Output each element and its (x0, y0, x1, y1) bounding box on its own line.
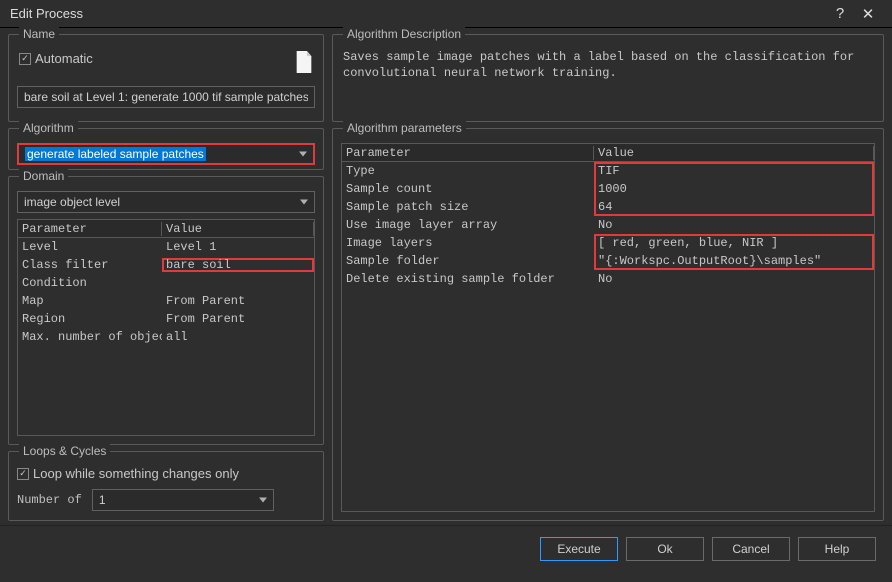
domain-legend: Domain (19, 169, 68, 183)
domain-group: Domain image object level Parameter Valu… (8, 176, 324, 445)
domain-param-table[interactable]: Parameter Value LevelLevel 1Class filter… (17, 219, 315, 436)
automatic-label: Automatic (35, 51, 93, 66)
ok-label: Ok (657, 542, 672, 556)
table-row[interactable]: Use image layer arrayNo (342, 216, 874, 234)
header-parameter: Parameter (18, 222, 162, 236)
number-of-value: 1 (99, 493, 106, 507)
title-bar: Edit Process ? ✕ (0, 0, 892, 28)
cell-value: From Parent (162, 312, 314, 326)
algorithm-param-table[interactable]: Parameter Value TypeTIFSample count1000S… (341, 143, 875, 512)
table-header: Parameter Value (18, 220, 314, 238)
algorithm-value: generate labeled sample patches (25, 147, 206, 161)
name-group: Name ✓ Automatic bare soil at Level 1: g… (8, 34, 324, 122)
checkbox-box: ✓ (17, 468, 29, 480)
header-parameter: Parameter (342, 146, 594, 160)
parameters-legend: Algorithm parameters (343, 121, 466, 135)
header-value: Value (162, 222, 314, 236)
table-row[interactable]: Sample count1000 (342, 180, 874, 198)
description-text: Saves sample image patches with a label … (341, 47, 875, 83)
description-legend: Algorithm Description (343, 27, 465, 41)
algorithm-description-group: Algorithm Description Saves sample image… (332, 34, 884, 122)
file-icon[interactable] (295, 51, 313, 76)
algorithm-combobox[interactable]: generate labeled sample patches (17, 143, 315, 165)
domain-combobox[interactable]: image object level (17, 191, 315, 213)
cell-param: Map (18, 294, 162, 308)
algorithm-parameters-group: Algorithm parameters Parameter Value Typ… (332, 128, 884, 521)
chevron-down-icon (300, 200, 308, 205)
cell-param: Type (342, 164, 594, 178)
cell-value: TIF (594, 164, 874, 178)
dialog-footer: Execute Ok Cancel Help (0, 525, 892, 571)
cell-value: bare soil (162, 258, 314, 272)
loop-while-label: Loop while something changes only (33, 466, 239, 481)
cell-param: Use image layer array (342, 218, 594, 232)
cell-value: 1000 (594, 182, 874, 196)
cancel-button[interactable]: Cancel (712, 537, 790, 561)
cell-value: From Parent (162, 294, 314, 308)
cancel-label: Cancel (732, 542, 769, 556)
table-row[interactable]: MapFrom Parent (18, 292, 314, 310)
cell-param: Sample count (342, 182, 594, 196)
algorithm-legend: Algorithm (19, 121, 78, 135)
header-value: Value (594, 146, 874, 160)
cell-param: Class filter (18, 258, 162, 272)
cell-value: No (594, 272, 874, 286)
help-icon[interactable]: ? (826, 0, 854, 28)
execute-label: Execute (557, 542, 600, 556)
table-row[interactable]: Image layers[ red, green, blue, NIR ] (342, 234, 874, 252)
cell-param: Max. number of objects (18, 330, 162, 344)
cell-param: Level (18, 240, 162, 254)
loops-legend: Loops & Cycles (19, 444, 110, 458)
table-row[interactable]: Max. number of objectsall (18, 328, 314, 346)
execute-button[interactable]: Execute (540, 537, 618, 561)
help-button[interactable]: Help (798, 537, 876, 561)
cell-value: 64 (594, 200, 874, 214)
table-row[interactable]: Sample folder"{:Workspc.OutputRoot}\samp… (342, 252, 874, 270)
help-label: Help (825, 542, 850, 556)
cell-value: Level 1 (162, 240, 314, 254)
close-icon[interactable]: ✕ (854, 0, 882, 28)
cell-param: Sample folder (342, 254, 594, 268)
chevron-down-icon (299, 152, 307, 157)
name-legend: Name (19, 27, 59, 41)
checkbox-box: ✓ (19, 53, 31, 65)
cell-value: "{:Workspc.OutputRoot}\samples" (594, 254, 874, 268)
cell-param: Delete existing sample folder (342, 272, 594, 286)
table-row[interactable]: Sample patch size64 (342, 198, 874, 216)
ok-button[interactable]: Ok (626, 537, 704, 561)
cell-param: Condition (18, 276, 162, 290)
cell-value: all (162, 330, 314, 344)
cell-param: Sample patch size (342, 200, 594, 214)
number-of-label: Number of (17, 493, 82, 507)
table-row[interactable]: RegionFrom Parent (18, 310, 314, 328)
table-row[interactable]: Delete existing sample folderNo (342, 270, 874, 288)
number-of-combobox[interactable]: 1 (92, 489, 274, 511)
chevron-down-icon (259, 498, 267, 503)
process-name-input[interactable]: bare soil at Level 1: generate 1000 tif … (17, 86, 315, 108)
table-row[interactable]: TypeTIF (342, 162, 874, 180)
table-row[interactable]: Condition (18, 274, 314, 292)
loop-while-checkbox[interactable]: ✓ Loop while something changes only (17, 466, 239, 481)
table-header: Parameter Value (342, 144, 874, 162)
cell-param: Image layers (342, 236, 594, 250)
cell-value: [ red, green, blue, NIR ] (594, 236, 874, 250)
cell-value: No (594, 218, 874, 232)
loops-group: Loops & Cycles ✓ Loop while something ch… (8, 451, 324, 521)
window-title: Edit Process (10, 6, 83, 21)
process-name-value: bare soil at Level 1: generate 1000 tif … (24, 90, 308, 104)
table-row[interactable]: LevelLevel 1 (18, 238, 314, 256)
table-row[interactable]: Class filterbare soil (18, 256, 314, 274)
cell-param: Region (18, 312, 162, 326)
algorithm-group: Algorithm generate labeled sample patche… (8, 128, 324, 170)
domain-combo-value: image object level (24, 195, 120, 209)
automatic-checkbox[interactable]: ✓ Automatic (19, 51, 93, 66)
